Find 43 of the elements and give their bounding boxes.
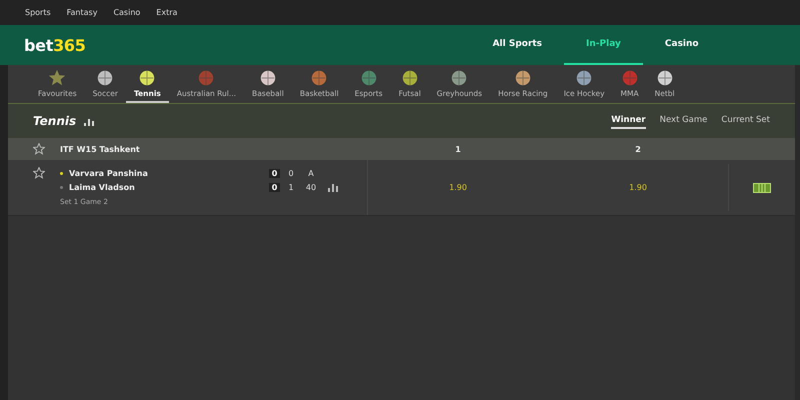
set-score: 0: [269, 168, 280, 178]
stats-icon[interactable]: [84, 116, 96, 126]
sport-icon: [514, 68, 532, 86]
stats-icon[interactable]: [328, 182, 338, 192]
top-link[interactable]: Fantasy: [66, 8, 98, 17]
sport-icon: [96, 68, 114, 86]
sport-icon: [620, 68, 639, 86]
sport-icon: [258, 68, 277, 86]
player-name: Laima Vladson: [69, 182, 136, 192]
nav-tab[interactable]: All Sports: [470, 25, 564, 65]
column-header: 2: [635, 144, 641, 154]
competition-name: ITF W15 Tashkent: [60, 144, 140, 154]
top-link[interactable]: Extra: [156, 8, 178, 17]
star-icon: [48, 68, 66, 86]
sport-icon: [656, 68, 674, 86]
sport-icon: [400, 68, 419, 86]
game-score: 0: [287, 168, 295, 178]
favourite-star-icon[interactable]: [33, 167, 45, 179]
sport-icon: [310, 68, 328, 86]
sport-icon: [138, 68, 156, 86]
player-name: Varvara Panshina: [69, 168, 149, 178]
court-icon[interactable]: [753, 182, 771, 192]
column-header: 1: [455, 144, 461, 154]
sport-icon: [450, 68, 468, 86]
sport-icon: [360, 68, 378, 86]
section-title: Tennis: [33, 114, 76, 128]
scrollbar[interactable]: [795, 65, 800, 400]
point-score: 40: [304, 182, 318, 192]
top-link[interactable]: Sports: [25, 8, 51, 17]
game-score: 1: [287, 182, 295, 192]
point-score: A: [307, 168, 315, 178]
odds-button[interactable]: 1.90: [629, 183, 647, 192]
market-tab[interactable]: Current Set: [721, 113, 770, 129]
market-tab[interactable]: Next Game: [660, 113, 708, 129]
set-score: 0: [269, 182, 280, 192]
sport-icon: [575, 68, 594, 86]
odds-button[interactable]: 1.90: [449, 183, 467, 192]
top-link[interactable]: Casino: [113, 8, 140, 17]
market-tab[interactable]: Winner: [611, 113, 646, 129]
nav-tab[interactable]: Casino: [642, 25, 721, 65]
logo[interactable]: bet365: [0, 36, 86, 54]
favourite-star-icon[interactable]: [33, 143, 45, 155]
sport-icon: [197, 68, 216, 86]
